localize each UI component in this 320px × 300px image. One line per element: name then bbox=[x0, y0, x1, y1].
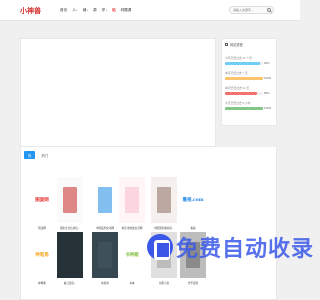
site-thumbnail[interactable]: 看视.com bbox=[180, 177, 206, 223]
nav-item-shop[interactable]: 铺 ▾ bbox=[83, 8, 88, 13]
site-card[interactable]: 中国国家图书馆... bbox=[151, 177, 177, 230]
site-thumbnail[interactable] bbox=[119, 177, 145, 223]
site-card[interactable]: 书神殿 书本 bbox=[119, 232, 145, 285]
site-card-label[interactable]: 看看 bbox=[180, 226, 206, 230]
thumbnail-image bbox=[63, 242, 77, 268]
site-card-label[interactable]: 中国国家图书馆... bbox=[151, 226, 177, 230]
site-progress-panel: 网站进程 今年已经过去 11 个月 92% 本月已经过去 7 天 100% 本周… bbox=[221, 38, 277, 126]
site-card-label[interactable]: 尚阅书 bbox=[92, 281, 118, 285]
nav-item-study[interactable]: 学 ▾ bbox=[102, 8, 107, 13]
calendar-icon bbox=[225, 43, 228, 46]
chevron-down-icon: ▾ bbox=[105, 8, 107, 12]
thumbnail-image bbox=[98, 187, 112, 213]
site-card[interactable]: 尚阅书 bbox=[92, 232, 118, 285]
site-card-label[interactable]: 神笔笔 bbox=[29, 281, 55, 285]
progress-bar bbox=[225, 91, 263, 95]
site-card-label[interactable]: 中国裁判文书网 bbox=[92, 226, 118, 230]
site-card[interactable]: 中国裁判文书网 bbox=[92, 177, 118, 230]
site-thumbnail[interactable] bbox=[151, 232, 177, 278]
site-card[interactable]: 免费小说 bbox=[151, 232, 177, 285]
logo-text: 小神兽 bbox=[20, 6, 41, 15]
nav-item-site[interactable]: 站 bbox=[112, 8, 116, 13]
search-box[interactable] bbox=[229, 6, 274, 14]
tab-popular[interactable]: 热门 bbox=[37, 151, 52, 159]
banner-area bbox=[20, 38, 216, 147]
site-card[interactable]: 看视.com 看看 bbox=[180, 177, 206, 230]
thumbnail-text: 书神殿 bbox=[125, 253, 139, 258]
site-thumbnail[interactable] bbox=[151, 177, 177, 223]
site-card[interactable]: 神笔馬 神笔笔 bbox=[29, 232, 55, 285]
site-card-label[interactable]: 书本 bbox=[119, 281, 145, 285]
top-header: 小神兽 首页 人 ▾ 铺 ▾ 源 学 ▾ 站 林题源 bbox=[0, 0, 300, 21]
thumbnail-text: 看视.com bbox=[182, 198, 204, 203]
chevron-down-icon: ▾ bbox=[86, 8, 88, 12]
thumbnail-image bbox=[157, 242, 171, 268]
panel-title: 网站进程 bbox=[225, 42, 243, 47]
site-card[interactable]: 也予感冒 bbox=[180, 232, 206, 285]
site-thumbnail[interactable]: 图旋网 bbox=[29, 177, 55, 223]
site-thumbnail[interactable] bbox=[57, 232, 83, 278]
chevron-down-icon: ▾ bbox=[76, 8, 78, 12]
nav-item-home[interactable]: 首页 bbox=[60, 8, 67, 13]
site-thumbnail[interactable] bbox=[92, 232, 118, 278]
nav-item-topics[interactable]: 林题源 bbox=[121, 8, 132, 13]
site-card[interactable]: 国家企业信用信... bbox=[57, 177, 83, 230]
thumbnail-image bbox=[125, 187, 139, 213]
site-card[interactable]: 图旋网 国法网 bbox=[29, 177, 55, 230]
main-nav: 首页 人 ▾ 铺 ▾ 源 学 ▾ 站 林题源 bbox=[60, 4, 131, 16]
site-card-label[interactable]: 免费小说 bbox=[151, 281, 177, 285]
progress-year: 今年已经过去 11 个月 92% bbox=[225, 56, 270, 65]
site-card-label[interactable]: 重庆市健康信息网 bbox=[119, 226, 145, 230]
site-card-label[interactable]: 看日语自... bbox=[57, 281, 83, 285]
progress-bar bbox=[225, 76, 263, 80]
site-card[interactable]: 看日语自... bbox=[57, 232, 83, 285]
tab-hot[interactable]: 热 bbox=[24, 151, 36, 159]
thumbnail-image bbox=[98, 242, 112, 268]
site-card-label[interactable]: 国家企业信用信... bbox=[57, 226, 83, 230]
progress-week: 本周已经过去 22 天 85% bbox=[225, 86, 270, 95]
site-thumbnail[interactable] bbox=[57, 177, 83, 223]
site-card-label[interactable]: 也予感冒 bbox=[180, 281, 206, 285]
thumbnail-text: 图旋网 bbox=[35, 198, 49, 203]
site-thumbnail[interactable] bbox=[92, 177, 118, 223]
thumbnail-image bbox=[63, 187, 77, 213]
site-thumbnail[interactable]: 书神殿 bbox=[119, 232, 145, 278]
thumbnail-image bbox=[157, 187, 171, 213]
thumbnail-image bbox=[186, 242, 200, 268]
progress-bar bbox=[225, 106, 263, 110]
progress-bar bbox=[225, 61, 263, 65]
nav-item-people[interactable]: 人 ▾ bbox=[72, 8, 77, 13]
site-thumbnail[interactable]: 神笔馬 bbox=[29, 232, 55, 278]
site-thumbnail[interactable] bbox=[180, 232, 206, 278]
site-card[interactable]: 重庆市健康信息网 bbox=[119, 177, 145, 230]
nav-item-source[interactable]: 源 bbox=[93, 8, 97, 13]
search-input[interactable] bbox=[233, 8, 267, 12]
search-icon[interactable] bbox=[267, 8, 271, 12]
site-card-label[interactable]: 国法网 bbox=[29, 226, 55, 230]
site-logo[interactable]: 小神兽 bbox=[20, 4, 41, 17]
progress-month: 本月已经过去 7 天 100% bbox=[225, 71, 272, 80]
thumbnail-text: 神笔馬 bbox=[35, 253, 49, 258]
progress-day: 今天已经过去 9 小时 100% bbox=[225, 101, 272, 110]
category-tabs: 热 热门 bbox=[24, 151, 52, 161]
